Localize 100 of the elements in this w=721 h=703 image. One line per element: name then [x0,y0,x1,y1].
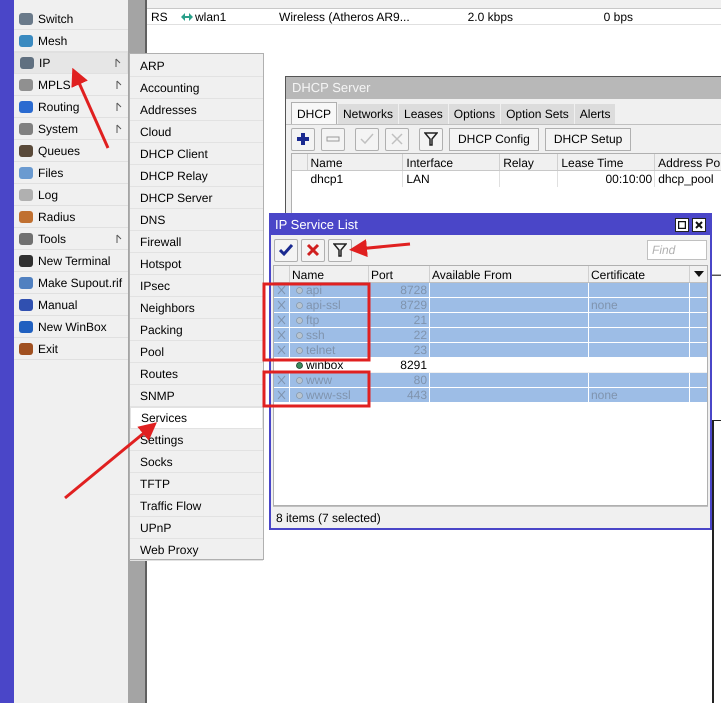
tile-icon [18,164,34,180]
menu-item[interactable]: Files [14,162,128,184]
table-cell-text: telnet [306,342,336,359]
menu-item[interactable]: Exit [14,338,128,360]
tab[interactable]: Option Sets [501,104,574,124]
menu-item[interactable]: DHCP Client [130,143,263,165]
menu-item[interactable]: Web Proxy [130,539,263,561]
window-title: IP Service List [275,216,359,234]
status-dot-icon [296,376,303,384]
status-dot-icon [296,392,303,398]
wireless-icon [180,12,194,22]
menu-item[interactable]: UPnP [130,517,263,539]
menu-item[interactable]: DNS [130,209,263,231]
plus-icon [296,132,310,146]
menu-item[interactable]: Cloud [130,121,263,143]
toolbar-button[interactable] [328,238,352,262]
menu-item[interactable]: New Terminal [14,250,128,272]
column-header[interactable]: Available From [430,266,589,282]
table-cell-text: 8729 [400,297,427,314]
table-cell-text: none [591,387,618,404]
status-dot-icon [296,302,303,308]
disabled-x-icon [277,375,286,385]
disabled-x-icon [277,315,286,325]
menu-item[interactable]: Manual [14,294,128,316]
tile-icon [18,230,34,246]
tab[interactable]: Leases [399,104,448,124]
menu-item[interactable]: MPLS [14,74,128,96]
window-title: DHCP Server [286,77,721,99]
table-cell-text: ssh [306,327,325,344]
toolbar-button[interactable] [274,238,298,262]
menu-item[interactable]: Services [130,407,263,429]
menu-item[interactable]: Packing [130,319,263,341]
tab[interactable]: Options [448,104,500,124]
menu-item[interactable]: Socks [130,451,263,473]
table-cell-text: 8291 [400,357,427,374]
table-cell-text: RS [150,8,169,26]
menu-item[interactable]: IPsec [130,275,263,297]
menu-item[interactable]: Traffic Flow [130,495,263,517]
menu-item[interactable]: Firewall [130,231,263,253]
column-header[interactable]: Name [308,154,404,170]
menu-item[interactable]: System [14,118,128,140]
maximize-button[interactable] [675,218,689,232]
menu-item[interactable]: Routes [130,363,263,385]
toolbar-button[interactable] [419,128,443,150]
text-button[interactable]: DHCP Config [449,128,539,150]
status-dot-icon [296,362,303,368]
tab[interactable]: Alerts [574,104,616,124]
column-header[interactable]: Address Po [655,154,721,170]
check-icon [279,243,293,257]
menu-item[interactable]: Tools [14,228,128,250]
close-button[interactable] [692,218,706,232]
menu-item[interactable]: Pool [130,341,263,363]
column-header[interactable]: Relay [500,154,558,170]
menu-item[interactable]: IP [14,52,128,74]
menu-item[interactable]: Settings [130,429,263,451]
column-header[interactable]: Name [290,266,369,282]
table-cell-text: dhcp1 [310,171,344,188]
menu-item[interactable]: ARP [130,55,263,77]
table-cell-text: 443 [406,387,427,404]
menu-item[interactable]: Make Supout.rif [14,272,128,294]
tile-icon [18,252,34,268]
table-cell-text: 00:10:00 [605,171,652,188]
menu-item[interactable]: Switch [14,8,128,30]
disabled-x-icon [277,330,286,340]
tab[interactable]: Networks [338,104,398,124]
table-cell-text: www-ssl [306,387,351,404]
menu-item[interactable]: Accounting [130,77,263,99]
disabled-x-icon [277,300,286,310]
menu-item[interactable]: Radius [14,206,128,228]
tile-icon [18,120,34,136]
table-cell-text: 2.0 kbps [466,8,514,26]
annotation-arrow [349,239,410,258]
table-cell-text: 0 bps [602,8,634,26]
table-cell-text: dhcp_pool [658,171,714,188]
menu-item[interactable]: Neighbors [130,297,263,319]
tile-icon [18,340,34,356]
menu-item[interactable]: DHCP Server [130,187,263,209]
menu-item[interactable]: Addresses [130,99,263,121]
find-field[interactable]: Find [647,240,707,260]
menu-item[interactable]: New WinBox [14,316,128,338]
menu-item[interactable]: Routing [14,96,128,118]
menu-item[interactable]: Queues [14,140,128,162]
column-header[interactable]: Port [369,266,430,282]
tile-icon [18,208,34,224]
x-icon [306,243,320,257]
status-dot-icon [296,332,303,338]
table-cell-text: LAN [406,171,430,188]
tab[interactable]: DHCP [291,102,338,124]
table-cell-text: api-ssl [306,297,341,314]
tile-icon [18,142,34,158]
column-header[interactable]: Interface [403,154,500,170]
column-header[interactable]: Lease Time [558,154,656,170]
menu-item[interactable]: Hotspot [130,253,263,275]
column-header[interactable]: Certificate [589,266,690,282]
text-button[interactable]: DHCP Setup [544,128,632,150]
menu-item[interactable]: DHCP Relay [130,165,263,187]
menu-item[interactable]: TFTP [130,473,263,495]
table-cell-text: api [306,282,322,299]
menu-item[interactable]: Log [14,184,128,206]
toolbar-button[interactable] [291,128,315,150]
